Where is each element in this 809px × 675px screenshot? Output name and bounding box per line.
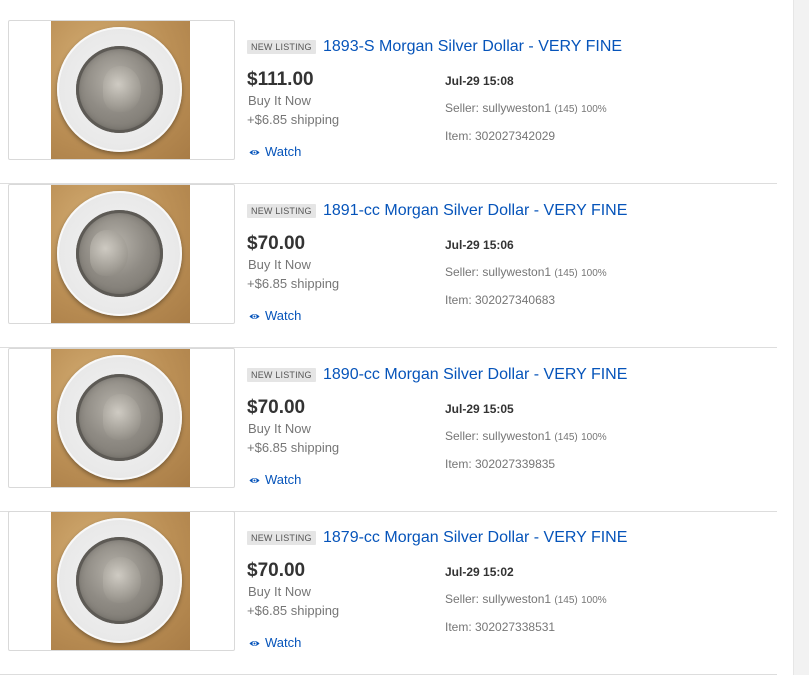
scrollbar[interactable] bbox=[793, 0, 809, 675]
new-listing-badge: NEW LISTING bbox=[247, 40, 316, 54]
listing-date: Jul-29 15:06 bbox=[445, 238, 514, 252]
listing-item: NEW LISTING 1891-cc Morgan Silver Dollar… bbox=[0, 184, 777, 348]
listing-thumbnail[interactable] bbox=[8, 184, 235, 324]
seller-feedback-percent: 100% bbox=[581, 104, 607, 115]
shipping-cost: +$6.85 shipping bbox=[247, 440, 340, 455]
seller-feedback-count: (145) bbox=[554, 595, 578, 606]
listing-thumbnail[interactable] bbox=[8, 348, 235, 488]
listing-date: Jul-29 15:02 bbox=[445, 565, 514, 579]
listing-title-link[interactable]: 1891-cc Morgan Silver Dollar - VERY FINE bbox=[323, 201, 627, 221]
listing-price: $70.00 bbox=[247, 560, 306, 581]
coin-capsule bbox=[57, 191, 182, 316]
listing-title-link[interactable]: 1893-S Morgan Silver Dollar - VERY FINE bbox=[323, 37, 622, 57]
watch-label: Watch bbox=[265, 635, 302, 650]
buy-format: Buy It Now bbox=[248, 584, 311, 599]
seller-info: Seller: sullyweston1 (145) 100% bbox=[445, 100, 607, 118]
watch-button[interactable]: Watch bbox=[249, 635, 301, 651]
eye-icon bbox=[249, 477, 260, 483]
new-listing-badge: NEW LISTING bbox=[247, 204, 316, 218]
eye-icon bbox=[249, 149, 260, 155]
coin-photo bbox=[51, 185, 190, 323]
seller-info: Seller: sullyweston1 (145) 100% bbox=[445, 428, 607, 446]
coin-capsule bbox=[57, 518, 182, 643]
listing-thumbnail[interactable] bbox=[8, 511, 235, 651]
watch-label: Watch bbox=[265, 308, 302, 323]
coin-capsule bbox=[57, 355, 182, 480]
seller-feedback-count: (145) bbox=[554, 268, 578, 279]
listing-item: NEW LISTING 1890-cc Morgan Silver Dollar… bbox=[0, 348, 777, 512]
coin-portrait bbox=[90, 230, 128, 276]
listing-title-link[interactable]: 1879-cc Morgan Silver Dollar - VERY FINE bbox=[323, 528, 627, 548]
seller-name: Seller: sullyweston1 bbox=[445, 265, 552, 279]
shipping-cost: +$6.85 shipping bbox=[247, 112, 340, 127]
watch-button[interactable]: Watch bbox=[249, 472, 301, 488]
seller-name: Seller: sullyweston1 bbox=[445, 429, 552, 443]
watch-button[interactable]: Watch bbox=[249, 308, 301, 324]
seller-feedback-count: (145) bbox=[554, 432, 578, 443]
watch-label: Watch bbox=[265, 144, 302, 159]
seller-info: Seller: sullyweston1 (145) 100% bbox=[445, 264, 607, 282]
coin-image bbox=[76, 46, 163, 133]
watch-label: Watch bbox=[265, 472, 302, 487]
buy-format: Buy It Now bbox=[248, 257, 311, 272]
listing-item: NEW LISTING 1893-S Morgan Silver Dollar … bbox=[0, 20, 777, 184]
coin-photo bbox=[51, 512, 190, 650]
coin-image bbox=[76, 374, 163, 461]
eye-icon bbox=[249, 640, 260, 646]
listing-thumbnail[interactable] bbox=[8, 20, 235, 160]
seller-name: Seller: sullyweston1 bbox=[445, 592, 552, 606]
buy-format: Buy It Now bbox=[248, 421, 311, 436]
seller-feedback-percent: 100% bbox=[581, 432, 607, 443]
item-number: Item: 302027339835 bbox=[445, 457, 556, 471]
listing-price: $70.00 bbox=[247, 233, 306, 254]
listing-price: $70.00 bbox=[247, 397, 306, 418]
seller-feedback-percent: 100% bbox=[581, 595, 607, 606]
listing-price: $111.00 bbox=[247, 69, 314, 90]
coin-capsule bbox=[57, 27, 182, 152]
seller-name: Seller: sullyweston1 bbox=[445, 101, 552, 115]
listing-date: Jul-29 15:08 bbox=[445, 74, 514, 88]
listing-item: NEW LISTING 1879-cc Morgan Silver Dollar… bbox=[0, 511, 777, 675]
coin-image bbox=[76, 537, 163, 624]
new-listing-badge: NEW LISTING bbox=[247, 368, 316, 382]
seller-feedback-count: (145) bbox=[554, 104, 578, 115]
seller-info: Seller: sullyweston1 (145) 100% bbox=[445, 591, 607, 609]
buy-format: Buy It Now bbox=[248, 93, 311, 108]
new-listing-badge: NEW LISTING bbox=[247, 531, 316, 545]
coin-photo bbox=[51, 21, 190, 159]
listing-title-link[interactable]: 1890-cc Morgan Silver Dollar - VERY FINE bbox=[323, 365, 627, 385]
coin-photo bbox=[51, 349, 190, 487]
seller-feedback-percent: 100% bbox=[581, 268, 607, 279]
coin-portrait bbox=[103, 394, 141, 440]
coin-image bbox=[76, 210, 163, 297]
listing-date: Jul-29 15:05 bbox=[445, 402, 514, 416]
search-results-page: NEW LISTING 1893-S Morgan Silver Dollar … bbox=[0, 0, 809, 675]
eye-icon bbox=[249, 313, 260, 319]
shipping-cost: +$6.85 shipping bbox=[247, 603, 340, 618]
item-number: Item: 302027338531 bbox=[445, 620, 556, 634]
coin-portrait bbox=[103, 66, 141, 112]
coin-portrait bbox=[103, 557, 141, 603]
watch-button[interactable]: Watch bbox=[249, 144, 301, 160]
item-number: Item: 302027342029 bbox=[445, 129, 556, 143]
item-number: Item: 302027340683 bbox=[445, 293, 556, 307]
shipping-cost: +$6.85 shipping bbox=[247, 276, 340, 291]
